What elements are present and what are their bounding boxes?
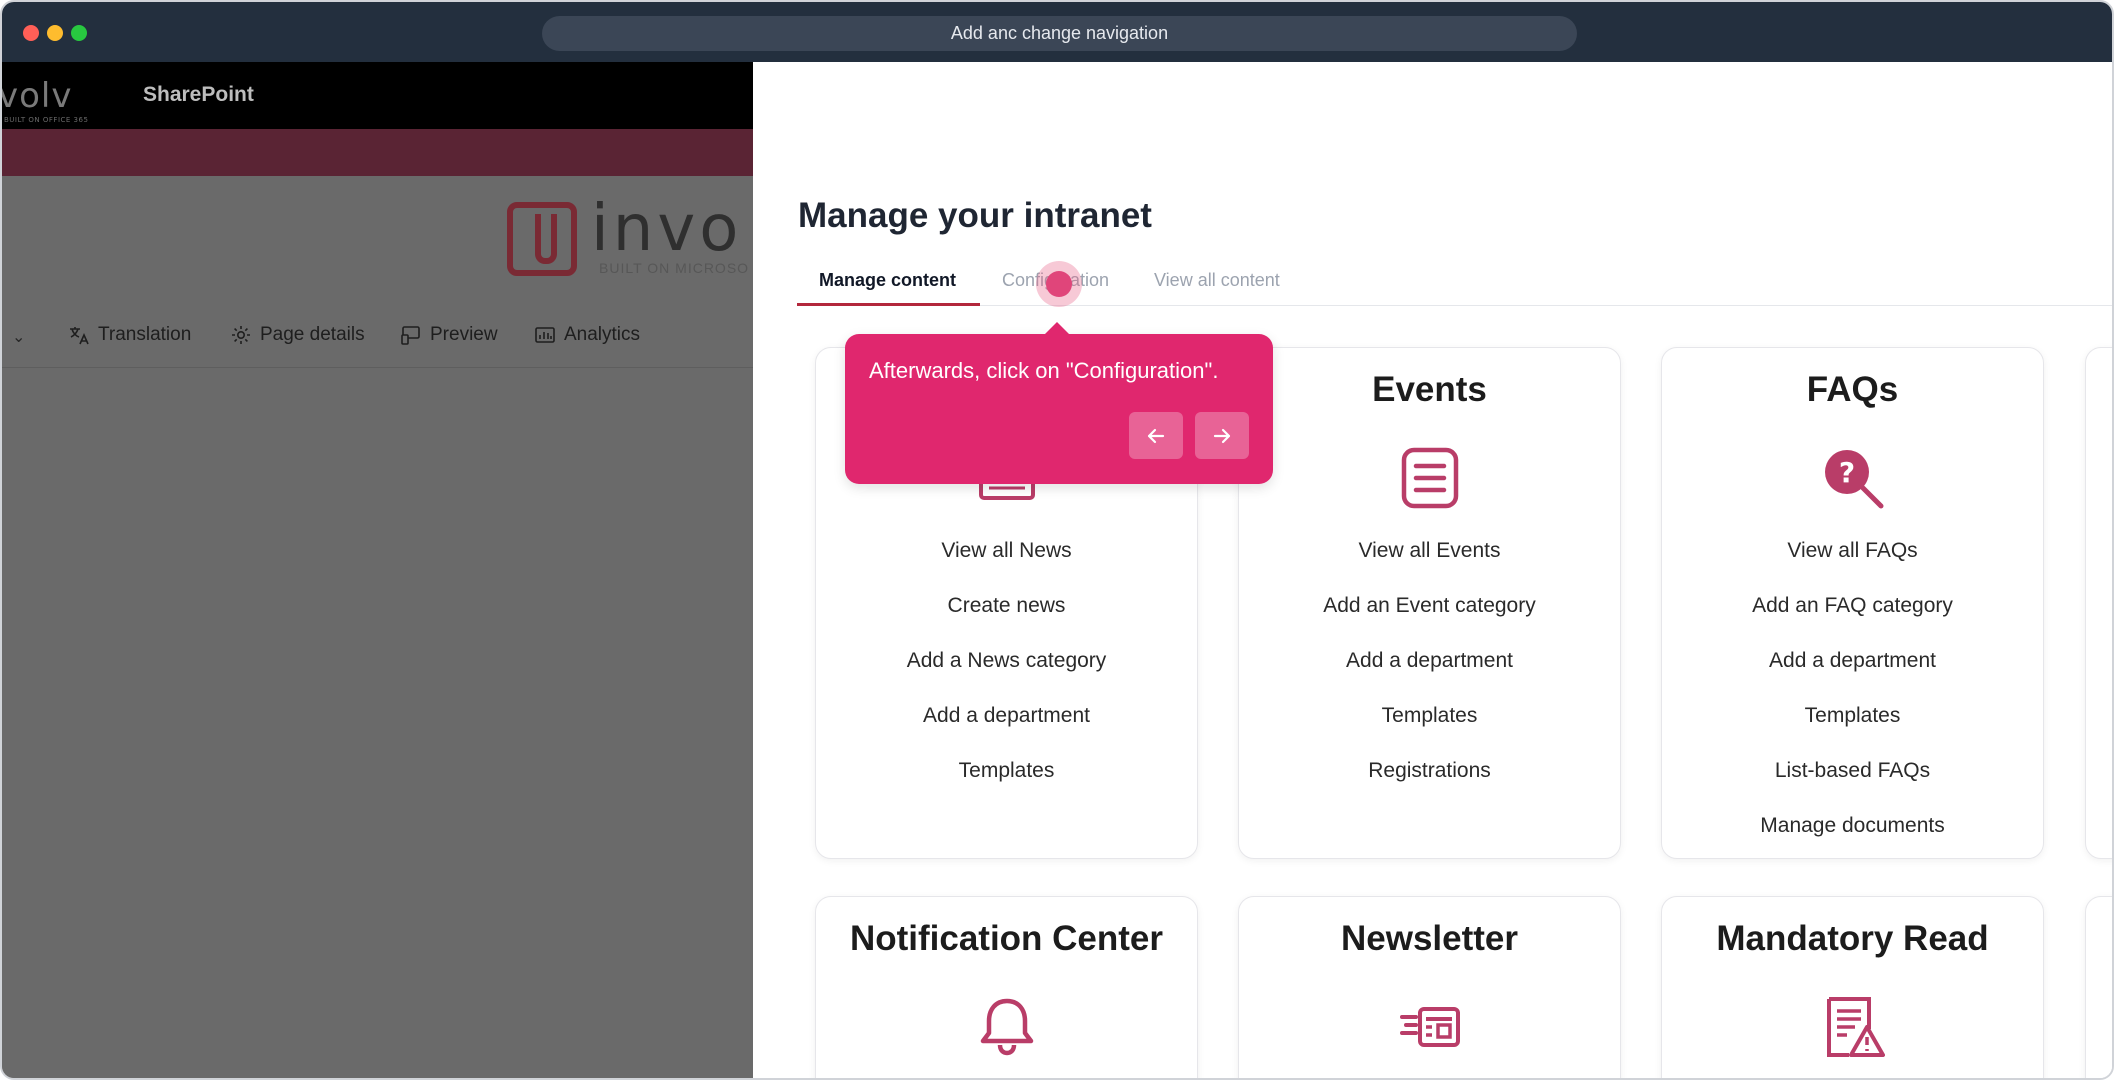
- walkthrough-tooltip: Afterwards, click on "Configuration".: [845, 322, 1273, 484]
- preview-icon: [400, 324, 422, 346]
- preview-command[interactable]: Preview: [400, 324, 498, 346]
- site-logo-mark: [507, 202, 577, 276]
- sharepoint-brand[interactable]: SharePoint: [143, 83, 254, 107]
- mandatory-read-card: Mandatory Read: [1661, 896, 2044, 1078]
- link-create-news[interactable]: Create news: [816, 593, 1197, 648]
- link-templates[interactable]: Templates: [1239, 703, 1620, 758]
- news-links: View all News Create news Add a News cat…: [816, 538, 1197, 813]
- arrow-left-icon: [1147, 428, 1165, 443]
- window-title: Add anc change navigation: [542, 16, 1577, 51]
- title-bar: Add anc change navigation: [2, 2, 2112, 62]
- link-add-department[interactable]: Add a department: [816, 703, 1197, 758]
- link-templates[interactable]: Templates: [1662, 703, 2043, 758]
- analytics-command[interactable]: Analytics: [534, 324, 640, 346]
- notification-center-card: Notification Center: [815, 896, 1198, 1078]
- tab-bar: Manage content Configuration View all co…: [797, 258, 2112, 306]
- site-header-strip: [2, 129, 753, 176]
- events-links: View all Events Add an Event category Ad…: [1239, 538, 1620, 813]
- link-registrations[interactable]: Registrations: [1239, 758, 1620, 813]
- translation-icon: [68, 324, 90, 346]
- newsletter-card: Newsletter: [1238, 896, 1621, 1078]
- newsletter-icon: [1398, 995, 1462, 1059]
- app-window: Add anc change navigation volv BUILT ON O…: [0, 0, 2114, 1080]
- arrow-right-icon: [1213, 428, 1231, 443]
- involv-logo: volv BUILT ON OFFICE 365: [2, 76, 88, 124]
- link-add-news-category[interactable]: Add a News category: [816, 648, 1197, 703]
- link-templates[interactable]: Templates: [816, 758, 1197, 813]
- faqs-links: View all FAQs Add an FAQ category Add a …: [1662, 538, 2043, 868]
- card-title: Notification Center: [849, 919, 1164, 958]
- question-search-icon: ?: [1821, 446, 1885, 510]
- svg-text:?: ?: [1838, 456, 1854, 489]
- tooltip-text: Afterwards, click on "Configuration".: [869, 358, 1219, 383]
- page-title: Manage your intranet: [798, 196, 1152, 235]
- link-manage-documents[interactable]: Manage documents: [1662, 813, 2043, 868]
- page-body: [2, 176, 753, 1078]
- analytics-label: Analytics: [564, 324, 641, 345]
- card-partial: [2085, 347, 2112, 859]
- card-title: Mandatory Read: [1716, 919, 1989, 958]
- link-view-all-faqs[interactable]: View all FAQs: [1662, 538, 2043, 593]
- analytics-icon: [534, 324, 556, 346]
- involv-logo-small: BUILT ON OFFICE 365: [4, 116, 89, 124]
- link-add-event-category[interactable]: Add an Event category: [1239, 593, 1620, 648]
- link-add-faq-category[interactable]: Add an FAQ category: [1662, 593, 2043, 648]
- manage-panel: Manage your intranet Manage content Conf…: [753, 62, 2112, 1078]
- tab-view-all-content[interactable]: View all content: [1154, 270, 1280, 291]
- document-warning-icon: [1821, 995, 1885, 1059]
- card-title: Newsletter: [1340, 919, 1519, 958]
- click-indicator: [1036, 261, 1082, 307]
- tab-manage-content[interactable]: Manage content: [819, 270, 956, 291]
- site-logo: invo BUILT ON MICROSO: [507, 192, 753, 286]
- sharepoint-suite-bar: volv BUILT ON OFFICE 365 SharePoint: [2, 62, 753, 129]
- gear-icon: [230, 324, 252, 346]
- link-list-based-faqs[interactable]: List-based FAQs: [1662, 758, 2043, 813]
- preview-label: Preview: [430, 324, 498, 345]
- previous-step-button[interactable]: [1129, 412, 1183, 459]
- translation-label: Translation: [98, 324, 192, 345]
- list-icon: [1398, 446, 1462, 510]
- card-title: FAQs: [1806, 370, 1899, 409]
- active-tab-indicator: [797, 303, 980, 306]
- translation-command[interactable]: Translation: [68, 324, 191, 346]
- involv-logo-text: volv: [2, 76, 73, 116]
- site-logo-text: invo: [591, 192, 743, 266]
- link-add-department[interactable]: Add a department: [1662, 648, 2043, 703]
- sharepoint-page: volv BUILT ON OFFICE 365 SharePoint invo …: [2, 62, 753, 1078]
- faqs-card: FAQs ? View all FAQs Add an FAQ category…: [1661, 347, 2044, 859]
- divider: [2, 367, 753, 368]
- close-window-button[interactable]: [23, 25, 39, 41]
- link-view-all-news[interactable]: View all News: [816, 538, 1197, 593]
- chevron-down-icon[interactable]: ⌄: [12, 327, 25, 347]
- events-card: Events View all Events Add an Event cate…: [1238, 347, 1621, 859]
- site-logo-subtitle: BUILT ON MICROSO: [599, 260, 750, 276]
- next-step-button[interactable]: [1195, 412, 1249, 459]
- link-view-all-events[interactable]: View all Events: [1239, 538, 1620, 593]
- page-details-label: Page details: [260, 324, 365, 345]
- card-partial: [2085, 896, 2112, 1078]
- page-details-command[interactable]: Page details: [230, 324, 365, 346]
- link-add-department[interactable]: Add a department: [1239, 648, 1620, 703]
- maximize-window-button[interactable]: [71, 25, 87, 41]
- card-title: Events: [1372, 370, 1487, 409]
- minimize-window-button[interactable]: [47, 25, 63, 41]
- bell-icon: [975, 995, 1039, 1059]
